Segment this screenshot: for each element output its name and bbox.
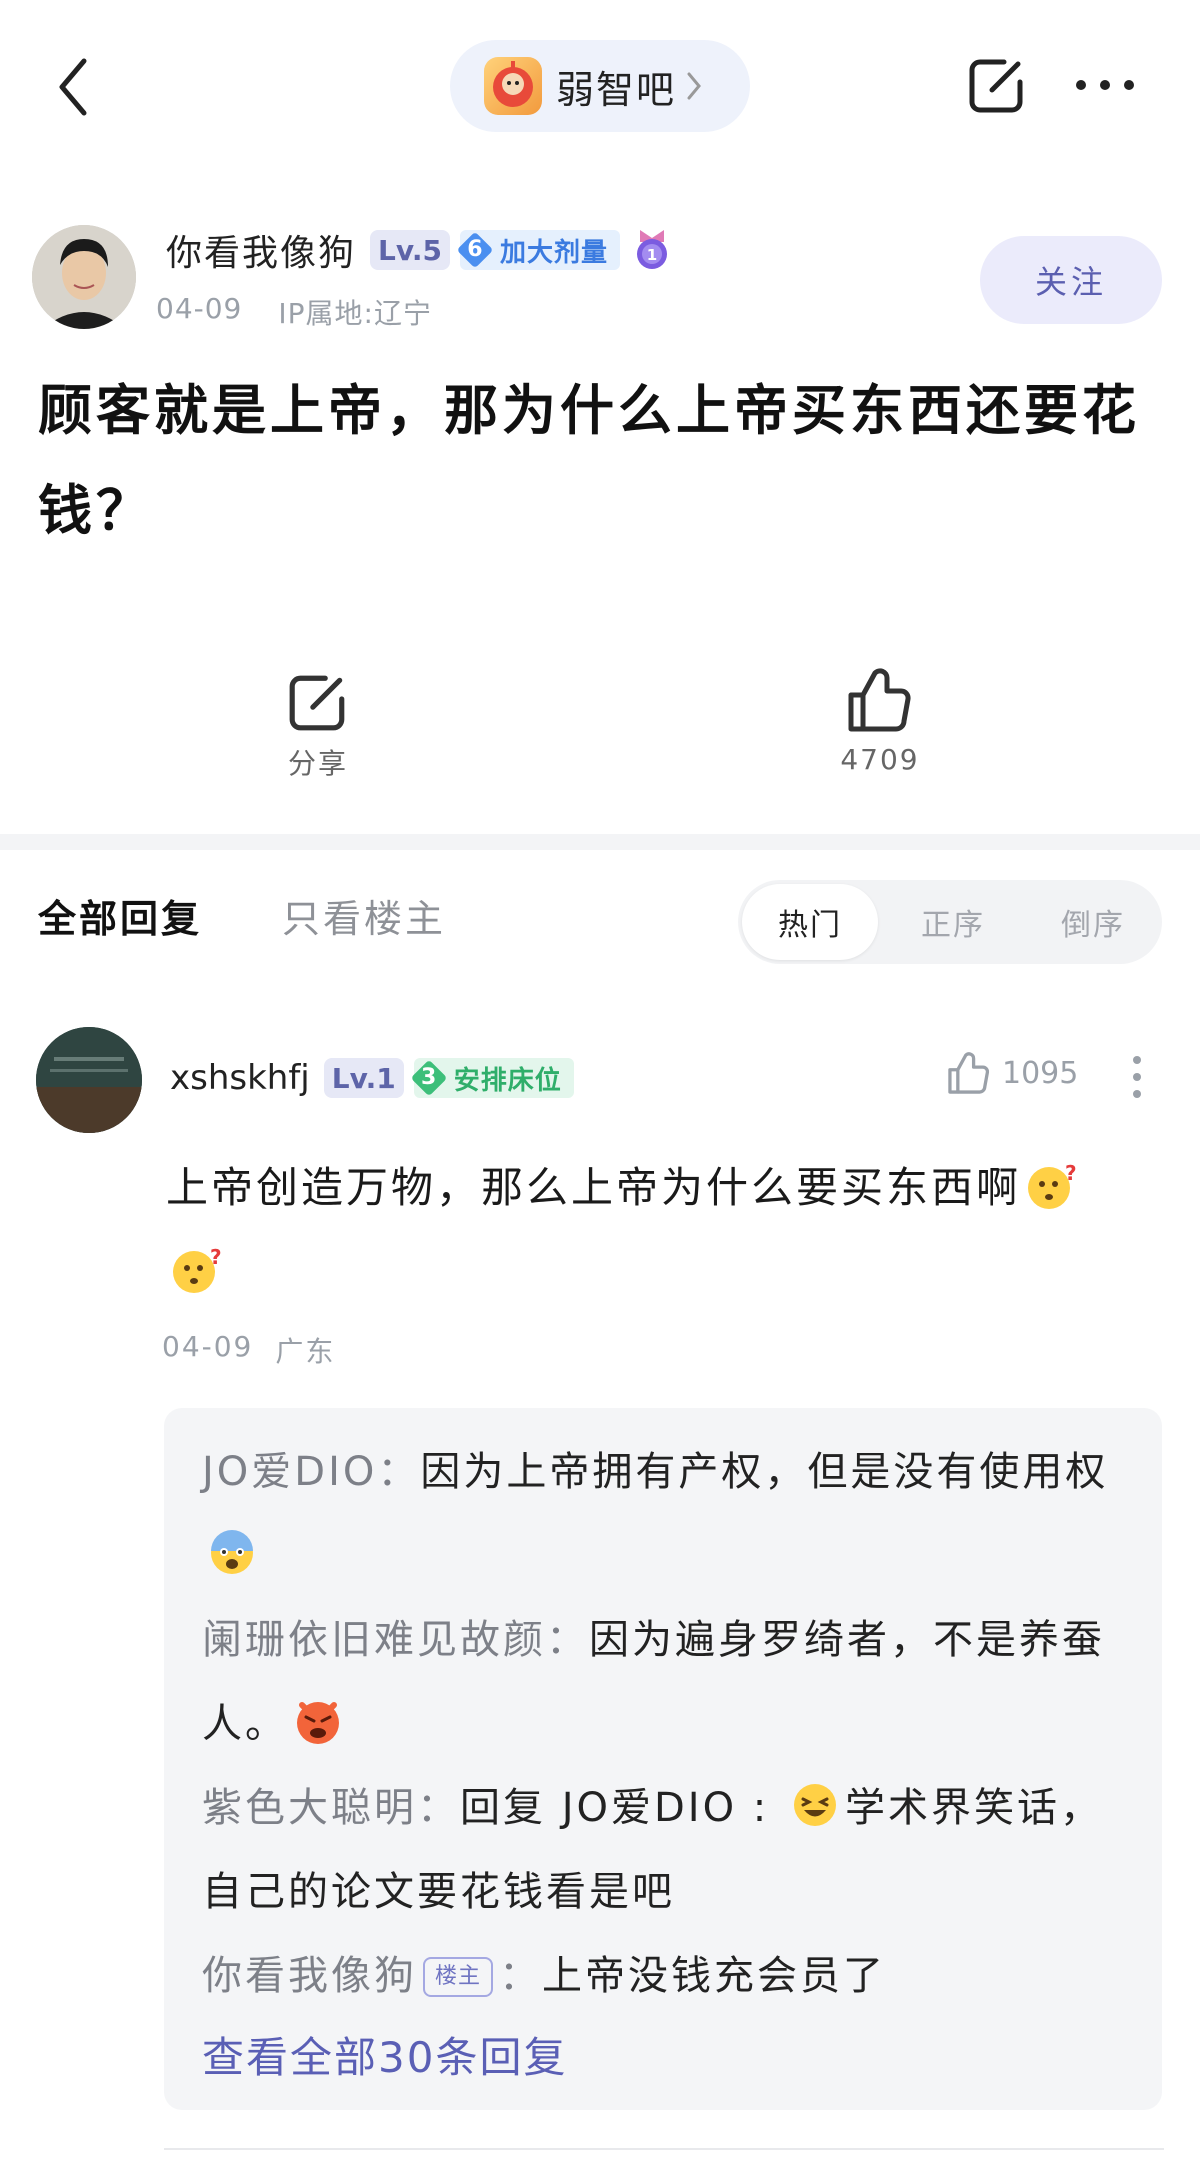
section-divider (0, 834, 1200, 850)
level-badge: Lv.5 (370, 230, 450, 270)
comment-more-button[interactable] (1122, 1052, 1152, 1102)
sub-reply[interactable]: 你看我像狗 楼主 ：上帝没钱充会员了 (202, 1934, 1124, 2018)
share-button[interactable] (962, 50, 1032, 120)
diamond-icon: 6 (456, 231, 494, 269)
back-button[interactable] (48, 52, 98, 122)
level-badge: Lv.1 (323, 1058, 404, 1098)
share-icon (969, 59, 1023, 113)
title-badge-text: 加大剂量 (499, 237, 608, 268)
like-action[interactable]: 4709 (830, 665, 930, 776)
post-title: 顾客就是上帝，那为什么上帝买东西还要花钱？ (38, 378, 1140, 542)
title-badge-text: 安排床位 (453, 1065, 562, 1096)
more-button[interactable] (1070, 60, 1140, 110)
medal-icon: 1 (632, 228, 672, 272)
thinking-face-emoji: ? (1028, 1161, 1077, 1209)
comment-like-button[interactable]: 1095 (946, 1050, 1078, 1096)
sub-reply-author[interactable]: 阑珊依旧难见故颜 (202, 1617, 546, 1663)
like-count: 4709 (840, 743, 920, 776)
forum-avatar (484, 57, 542, 115)
author-name[interactable]: 你看我像狗 (166, 224, 356, 276)
author-info: 你看我像狗 Lv.5 6 加大剂量 1 (166, 222, 672, 278)
comment-text-block: 上帝创造万物，那么上帝为什么要买东西啊 ? ? (166, 1146, 1166, 1314)
sub-reply-prefix: 回复 (460, 1785, 562, 1831)
follow-button[interactable]: 关注 (980, 236, 1162, 324)
commenter-avatar[interactable] (36, 1027, 142, 1133)
forum-link[interactable]: 弱智吧 (450, 40, 750, 132)
comment-date: 04-09 (162, 1330, 254, 1363)
commenter-name[interactable]: xshskhfj (170, 1058, 310, 1098)
thinking-face-emoji: ? (173, 1245, 222, 1293)
sub-replies-box[interactable]: JO爱DIO：因为上帝拥有产权，但是没有使用权 阑珊依旧难见故颜：因为遍身罗绮者… (164, 1408, 1162, 2110)
sort-descending[interactable]: 倒序 (1028, 884, 1158, 960)
sub-reply[interactable]: 阑珊依旧难见故颜：因为遍身罗绮者，不是养蚕人。 (202, 1598, 1124, 1766)
bottom-divider (164, 2148, 1164, 2150)
comment-meta: 04-09 广东 (162, 1330, 335, 1370)
sub-reply[interactable]: JO爱DIO：因为上帝拥有产权，但是没有使用权 (202, 1430, 1124, 1598)
sort-toggle: 热门 正序 倒序 (738, 880, 1162, 964)
ip-location: IP属地:辽宁 (278, 297, 432, 330)
owner-tag: 楼主 (423, 1957, 494, 1997)
title-badge: 6 加大剂量 (456, 230, 620, 270)
share-label: 分享 (287, 747, 348, 780)
sub-reply-author[interactable]: 紫色大聪明 (202, 1785, 417, 1831)
sub-reply[interactable]: 紫色大聪明：回复 JO爱DIO : 学术界笑话，自己的论文要花钱看是吧 (202, 1766, 1124, 1934)
svg-text:?: ? (210, 1245, 222, 1269)
sort-hot[interactable]: 热门 (742, 884, 878, 960)
diamond-icon: 3 (410, 1059, 448, 1097)
post-date: 04-09 (156, 292, 243, 325)
comment-text: 上帝创造万物，那么上帝为什么要买东西啊 (166, 1163, 1022, 1212)
grinning-face-emoji (794, 1784, 836, 1826)
title-badge-number: 6 (467, 237, 483, 262)
sub-reply-author[interactable]: 你看我像狗 (202, 1953, 417, 1999)
sub-reply-text: 因为上帝拥有产权，但是没有使用权 (420, 1449, 1109, 1495)
title-badge-number: 3 (421, 1065, 437, 1090)
comment-like-count: 1095 (1002, 1055, 1079, 1091)
sub-reply-author[interactable]: JO爱DIO (202, 1449, 377, 1495)
view-all-replies-link[interactable]: 查看全部30条回复 (202, 2018, 1124, 2098)
svg-text:?: ? (1065, 1161, 1077, 1185)
scared-face-emoji (211, 1530, 253, 1574)
svg-text:1: 1 (647, 246, 657, 264)
thumbs-up-icon (948, 1052, 990, 1094)
sort-ascending[interactable]: 正序 (888, 884, 1018, 960)
chevron-left-icon (59, 58, 87, 116)
sub-reply-target[interactable]: JO爱DIO (562, 1785, 737, 1831)
share-icon (289, 675, 345, 731)
chevron-right-icon (686, 71, 702, 101)
title-badge: 3 安排床位 (410, 1058, 574, 1098)
tab-owner-only[interactable]: 只看楼主 (282, 888, 446, 943)
share-action[interactable]: 分享 (268, 670, 368, 782)
comment-header: xshskhfj Lv.1 3 安排床位 (170, 1052, 586, 1104)
post-meta: 04-09 IP属地:辽宁 (156, 292, 432, 332)
angry-face-emoji (297, 1702, 339, 1744)
forum-name: 弱智吧 (556, 67, 677, 112)
top-bar: 弱智吧 (0, 0, 1200, 170)
more-vertical-icon (1133, 1056, 1141, 1098)
more-horizontal-icon (1076, 80, 1134, 90)
sub-reply-text: 上帝没钱充会员了 (542, 1953, 887, 1999)
thumbs-up-icon (848, 668, 911, 732)
comment-location: 广东 (275, 1335, 336, 1368)
tab-all-replies[interactable]: 全部回复 (38, 888, 202, 943)
author-avatar[interactable] (32, 225, 136, 329)
